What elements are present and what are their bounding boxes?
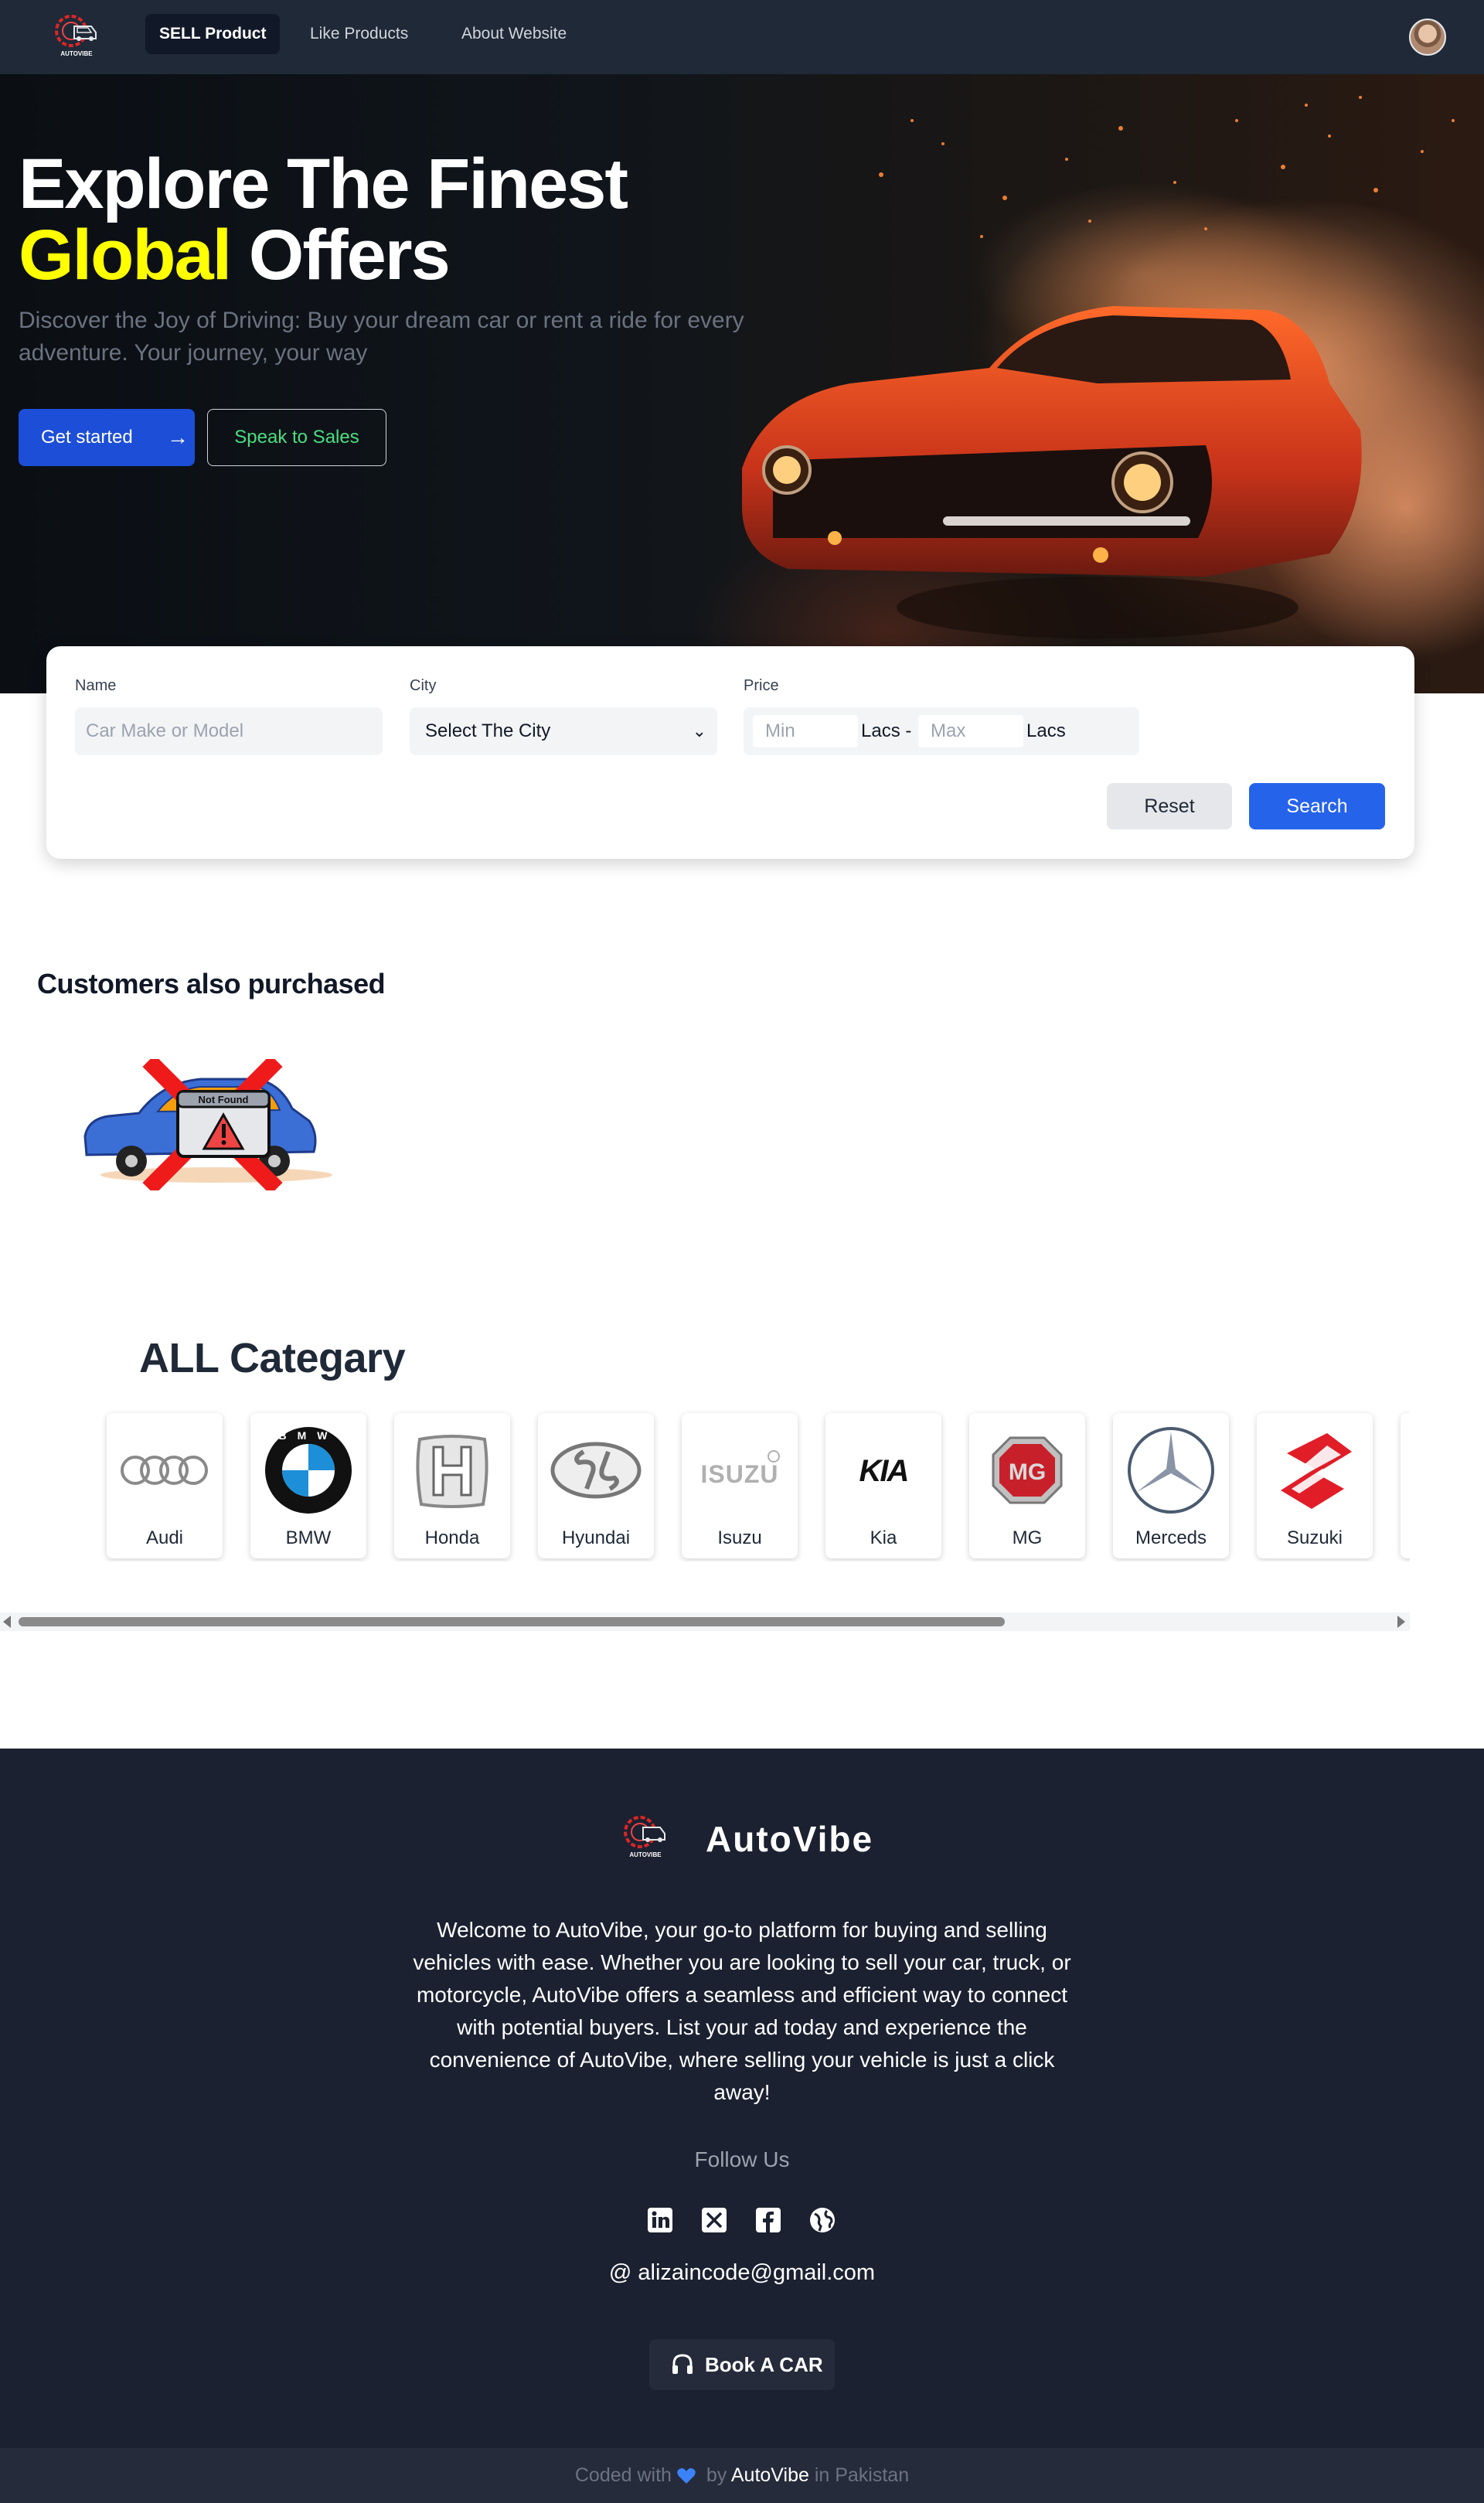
footer-logo: AUTOVIBE xyxy=(624,1816,665,1858)
category-label: Honda xyxy=(424,1527,480,1548)
navbar: AUTOVIBE SELL Product Like Products Abou… xyxy=(0,0,1484,74)
category-scrollbar[interactable] xyxy=(0,1612,1410,1631)
user-avatar[interactable] xyxy=(1409,19,1446,56)
category-label: BMW xyxy=(285,1527,332,1548)
footer: AUTOVIBE AutoVibe Welcome to AutoVibe, y… xyxy=(0,1749,1484,2448)
category-card-audi[interactable]: Audi xyxy=(107,1413,223,1558)
suzuki-logo-icon xyxy=(1281,1433,1352,1509)
bottom-credit-bar: Coded with by AutoVibe in Pakistan xyxy=(0,2448,1484,2503)
category-card-mercedes[interactable]: Merceds xyxy=(1113,1413,1229,1558)
heart-icon xyxy=(677,2468,696,2484)
credit-brand[interactable]: AutoVibe xyxy=(731,2464,809,2486)
hero-title-line2: Global Offers xyxy=(19,220,627,291)
mg-text: MG xyxy=(1009,1459,1046,1485)
bmw-letters: BMW xyxy=(279,1429,339,1442)
all-category-title: ALL Categary xyxy=(139,1335,406,1381)
bmw-logo-icon: BMW xyxy=(265,1427,352,1514)
credit-prefix: Coded with xyxy=(574,2464,672,2486)
category-card-hyundai[interactable]: Hyundai xyxy=(538,1413,654,1558)
scrollbar-thumb[interactable] xyxy=(19,1617,1005,1626)
hero-title-highlight: Global xyxy=(19,216,232,295)
city-select[interactable]: Select The City ⌄ xyxy=(410,707,717,755)
search-card: Name Car Make or Model City Select The C… xyxy=(46,646,1414,859)
linkedin-icon[interactable] xyxy=(646,2206,674,2234)
logo-text: AUTOVIBE xyxy=(60,50,93,57)
mg-logo-icon: MG xyxy=(992,1436,1063,1504)
name-input[interactable]: Car Make or Model xyxy=(75,707,383,755)
category-card-bmw[interactable]: BMW BMW xyxy=(250,1413,366,1558)
footer-brand: AutoVibe xyxy=(706,1819,874,1859)
category-label: Kia xyxy=(870,1527,897,1548)
category-carousel[interactable]: Audi BMW BMW Honda Hyundai ISUZU Isuzu K… xyxy=(0,1407,1410,1561)
book-a-car-label: Book A CAR xyxy=(705,2353,823,2376)
kia-text: KIA xyxy=(859,1454,908,1488)
not-found-text: Not Found xyxy=(199,1094,249,1105)
price-range: Min Lacs - Max Lacs xyxy=(744,707,1139,755)
category-label: Suzuki xyxy=(1286,1527,1343,1548)
get-started-label: Get started xyxy=(41,427,133,448)
credit-suffix: in Pakistan xyxy=(808,2464,910,2486)
hero-title-rest: Offers xyxy=(230,216,451,295)
price-max-unit: Lacs xyxy=(1026,720,1066,741)
hero-title-line1: Explore The Finest xyxy=(19,145,628,223)
nav-like-products[interactable]: Like Products xyxy=(296,14,422,54)
scroll-left-icon[interactable] xyxy=(3,1616,11,1628)
price-min-input[interactable]: Min xyxy=(753,715,858,747)
contact-email[interactable]: @ alizaincode@gmail.com xyxy=(587,2260,897,2286)
honda-logo-icon xyxy=(416,1435,488,1508)
reset-button[interactable]: Reset xyxy=(1107,783,1232,829)
scroll-right-icon[interactable] xyxy=(1397,1616,1405,1628)
category-card-partial[interactable] xyxy=(1401,1413,1410,1558)
category-label: Isuzu xyxy=(717,1527,762,1548)
credit-by: by xyxy=(700,2464,731,2486)
category-card-kia[interactable]: KIA Kia xyxy=(825,1413,941,1558)
category-card-honda[interactable]: Honda xyxy=(394,1413,510,1558)
search-button[interactable]: Search xyxy=(1249,783,1385,829)
isuzu-text: ISUZU xyxy=(701,1460,779,1488)
price-max-input[interactable]: Max xyxy=(918,715,1023,747)
get-started-button[interactable]: Get started → xyxy=(19,409,195,466)
customers-also-purchased-title: Customers also purchased xyxy=(37,968,386,999)
globe-icon[interactable] xyxy=(808,2206,836,2234)
audi-logo-icon xyxy=(121,1456,208,1485)
category-label: MG xyxy=(1012,1527,1043,1548)
category-card-isuzu[interactable]: ISUZU Isuzu xyxy=(682,1413,798,1558)
speak-to-sales-button[interactable]: Speak to Sales xyxy=(207,409,386,466)
not-found-illustration: Not Found xyxy=(83,1059,332,1190)
city-select-value: Select The City xyxy=(425,720,551,741)
x-icon[interactable] xyxy=(700,2206,728,2234)
facebook-icon[interactable] xyxy=(754,2206,782,2234)
price-min-unit: Lacs - xyxy=(861,720,912,741)
nav-sell-product[interactable]: SELL Product xyxy=(145,14,281,54)
nav-about-website[interactable]: About Website xyxy=(448,14,580,54)
hero-subtitle: Discover the Joy of Driving: Buy your dr… xyxy=(19,308,744,366)
name-label: Name xyxy=(75,677,117,694)
category-label: Merceds xyxy=(1135,1527,1207,1548)
footer-description: Welcome to AutoVibe, your go-to platform… xyxy=(413,1918,1071,2104)
book-a-car-button[interactable]: Book A CAR xyxy=(649,2339,835,2390)
hero-title: Explore The Finest Global Offers xyxy=(19,145,628,291)
mercedes-logo-icon xyxy=(1128,1427,1214,1514)
footer-logo-text: AUTOVIBE xyxy=(629,1851,662,1858)
category-card-suzuki[interactable]: Suzuki xyxy=(1257,1413,1373,1558)
kia-logo-icon: KIA xyxy=(859,1454,910,1488)
isuzu-logo-icon: ISUZU xyxy=(701,1450,780,1488)
follow-us-label: Follow Us xyxy=(694,2147,790,2171)
hero-section: Explore The Finest Global Offers Discove… xyxy=(0,74,1484,693)
city-label: City xyxy=(410,677,437,694)
category-card-mg[interactable]: MG MG xyxy=(969,1413,1085,1558)
price-label: Price xyxy=(744,677,779,694)
arrow-right-icon: → xyxy=(167,425,189,449)
chevron-down-icon: ⌄ xyxy=(692,721,706,741)
autovibe-logo[interactable]: AUTOVIBE xyxy=(48,9,105,60)
headset-icon xyxy=(672,2354,693,2374)
category-label: Hyundai xyxy=(561,1527,631,1548)
category-label: Audi xyxy=(145,1527,184,1548)
hyundai-logo-icon xyxy=(550,1442,642,1499)
